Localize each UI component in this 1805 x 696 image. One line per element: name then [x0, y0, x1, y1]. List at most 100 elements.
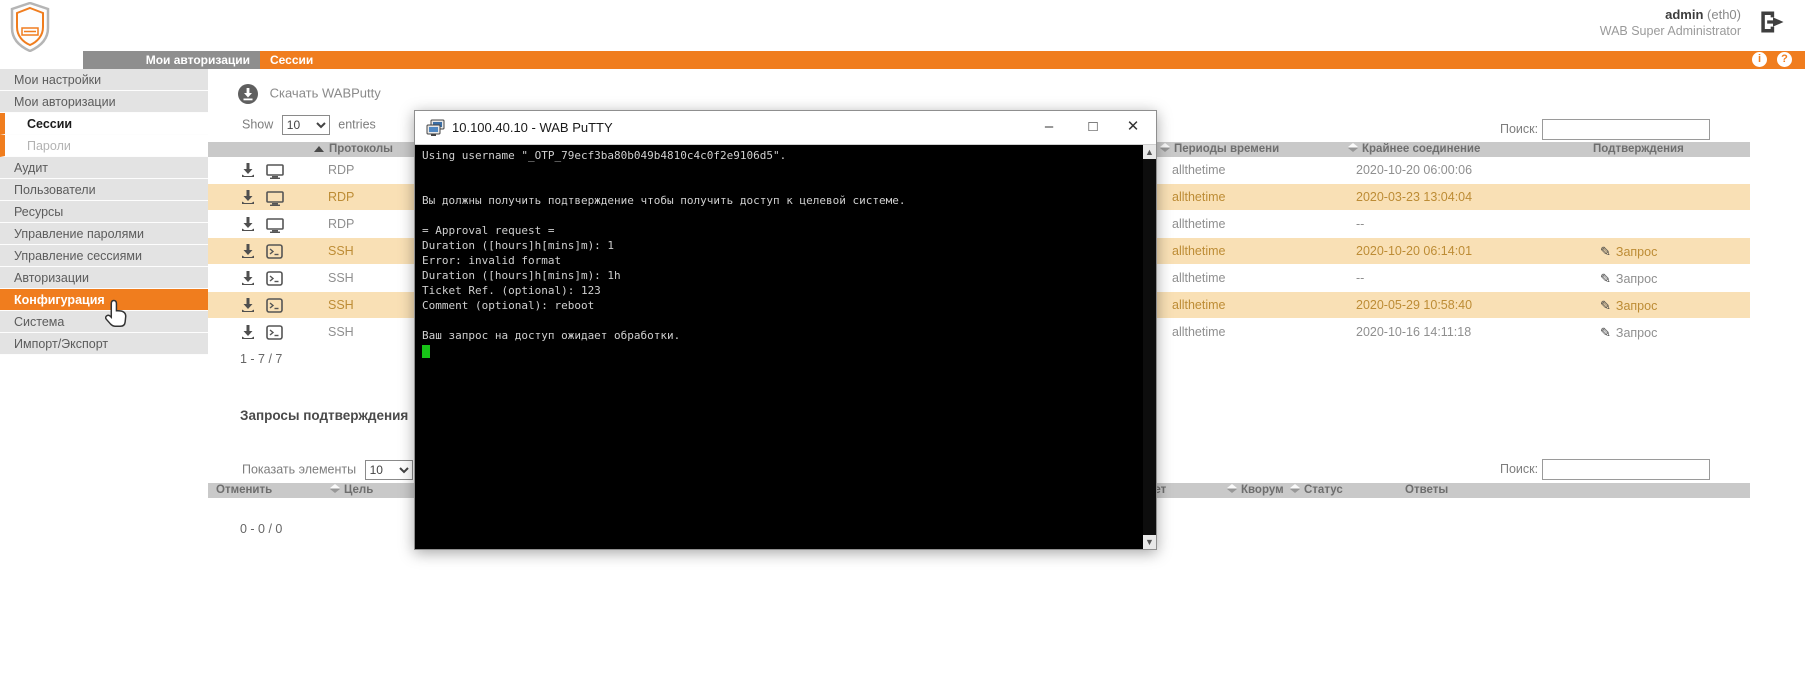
sidebar-item-my-authorizations[interactable]: Мои авторизации	[0, 91, 208, 113]
status-header-label: Статус	[1304, 484, 1343, 496]
terminal-cursor	[422, 345, 430, 358]
protocol-cell: RDP	[328, 163, 355, 177]
approval-request-link[interactable]: ✎ Запрос	[1600, 325, 1657, 341]
approval-label: Запрос	[1615, 245, 1658, 259]
scroll-down-icon[interactable]: ▼	[1143, 535, 1156, 549]
approval-show-entries-control: Показать элементы 10	[242, 460, 418, 480]
pencil-icon: ✎	[1600, 271, 1611, 286]
time-period-cell: allthetime	[1172, 217, 1226, 231]
close-button[interactable]: ✕	[1122, 117, 1144, 139]
pencil-icon: ✎	[1600, 244, 1611, 259]
info-icon[interactable]: i	[1752, 52, 1767, 67]
download-session-icon[interactable]	[240, 297, 256, 313]
protocol-cell: SSH	[328, 298, 354, 312]
ssh-terminal-icon[interactable]	[266, 271, 283, 286]
user-info: admin (eth0) WAB Super Administrator	[1600, 7, 1741, 39]
column-header-quorum[interactable]: Кворум	[1227, 484, 1284, 496]
protocol-cell: SSH	[328, 244, 354, 258]
terminal-line: Duration ([hours]h[mins]m): 1	[422, 239, 615, 252]
column-header-last-connection[interactable]: Крайнее соединение	[1348, 143, 1480, 155]
sidebar-item-system[interactable]: Система	[0, 311, 208, 333]
download-session-icon[interactable]	[240, 270, 256, 286]
putty-title-bar[interactable]: 10.100.40.10 - WAB PuTTY – □ ✕	[415, 111, 1156, 145]
sidebar-item-configuration[interactable]: Конфигурация	[0, 289, 208, 311]
sort-icon	[1227, 484, 1237, 493]
column-header-target[interactable]: Цель	[330, 484, 373, 496]
pencil-icon: ✎	[1600, 325, 1611, 340]
scroll-up-icon[interactable]: ▲	[1143, 145, 1156, 159]
sidebar-item-resources[interactable]: Ресурсы	[0, 201, 208, 223]
last-connection-cell: 2020-03-23 13:04:04	[1356, 190, 1473, 204]
tab-page-sessions[interactable]: Сессии	[260, 51, 1805, 69]
help-icon[interactable]: ?	[1777, 52, 1792, 67]
user-interface: (eth0)	[1707, 7, 1741, 22]
terminal-line: Error: invalid format	[422, 254, 562, 267]
app-logo-shield-icon	[10, 2, 50, 52]
protocols-header-label: Протоколы	[329, 143, 394, 155]
maximize-button[interactable]: □	[1082, 117, 1104, 139]
approval-search-input[interactable]	[1542, 459, 1711, 480]
sidebar: Мои настройки Мои авторизации Сессии Пар…	[0, 69, 208, 355]
download-session-icon[interactable]	[240, 162, 256, 178]
ssh-terminal-icon[interactable]	[266, 244, 283, 259]
entries-label: entries	[338, 117, 376, 132]
approval-search: Поиск:	[1500, 459, 1711, 480]
minimize-button[interactable]: –	[1038, 117, 1060, 139]
show-entries-control: Show 10 entries	[242, 115, 376, 135]
sidebar-item-audit[interactable]: Аудит	[0, 157, 208, 179]
rdp-monitor-icon[interactable]	[266, 164, 284, 179]
protocol-cell: RDP	[328, 217, 355, 231]
approval-label: Запрос	[1615, 299, 1658, 313]
download-wabputty-button[interactable]: Скачать WABPutty	[238, 84, 381, 106]
tab-section-my-authorizations[interactable]: Мои авторизации	[83, 51, 260, 69]
ssh-terminal-icon[interactable]	[266, 325, 283, 340]
download-session-icon[interactable]	[240, 216, 256, 232]
approval-request-link[interactable]: ✎ Запрос	[1600, 298, 1657, 314]
column-header-status[interactable]: Статус	[1290, 484, 1343, 496]
time-period-cell: allthetime	[1172, 298, 1226, 312]
ssh-terminal-icon[interactable]	[266, 298, 283, 313]
terminal-output: Using username "_OTP_79ecf3ba80b049b4810…	[415, 145, 1156, 358]
sidebar-item-users[interactable]: Пользователи	[0, 179, 208, 201]
sidebar-item-authorizations[interactable]: Авторизации	[0, 267, 208, 289]
putty-window-title: 10.100.40.10 - WAB PuTTY	[452, 120, 613, 135]
download-session-icon[interactable]	[240, 324, 256, 340]
cancel-header-label: Отменить	[216, 484, 273, 496]
terminal-scrollbar[interactable]: ▲ ▼	[1143, 145, 1156, 549]
pencil-icon: ✎	[1600, 298, 1611, 313]
putty-terminal[interactable]: Using username "_OTP_79ecf3ba80b049b4810…	[415, 145, 1156, 549]
logout-icon[interactable]	[1759, 10, 1787, 34]
tab-page-label: Сессии	[270, 53, 314, 67]
column-header-protocols[interactable]: Протоколы	[314, 143, 393, 155]
approval-requests-title: Запросы подтверждения	[240, 408, 409, 423]
terminal-line: = Approval request =	[422, 224, 555, 237]
sidebar-item-passwords[interactable]: Пароли	[0, 135, 208, 157]
column-header-approvals[interactable]: Подтверждения	[1593, 143, 1684, 155]
approval-request-link[interactable]: ✎ Запрос	[1600, 244, 1657, 260]
page-size-select[interactable]: 10	[281, 115, 330, 135]
last-connection-header-label: Крайнее соединение	[1362, 143, 1481, 155]
time-period-cell: allthetime	[1172, 325, 1226, 339]
download-session-icon[interactable]	[240, 243, 256, 259]
approval-page-size-select[interactable]: 10	[364, 460, 413, 480]
quorum-header-label: Кворум	[1241, 484, 1284, 496]
putty-window[interactable]: 10.100.40.10 - WAB PuTTY – □ ✕ Using use…	[414, 110, 1157, 550]
sidebar-item-password-management[interactable]: Управление паролями	[0, 223, 208, 245]
approval-request-link[interactable]: ✎ Запрос	[1600, 271, 1657, 287]
rdp-monitor-icon[interactable]	[266, 191, 284, 206]
sidebar-item-my-settings[interactable]: Мои настройки	[0, 69, 208, 91]
column-header-cancel[interactable]: Отменить	[216, 484, 272, 496]
terminal-line: Using username "_OTP_79ecf3ba80b049b4810…	[422, 149, 787, 162]
sidebar-item-session-management[interactable]: Управление сессиями	[0, 245, 208, 267]
approval-show-label: Показать элементы	[242, 462, 357, 477]
rdp-monitor-icon[interactable]	[266, 218, 284, 233]
download-session-icon[interactable]	[240, 189, 256, 205]
sessions-search-input[interactable]	[1542, 119, 1711, 140]
column-header-time-periods[interactable]: Периоды времени	[1160, 143, 1279, 155]
approval-label: Запрос	[1615, 326, 1658, 340]
column-header-answers[interactable]: Ответы	[1405, 484, 1448, 496]
sidebar-item-sessions[interactable]: Сессии	[0, 113, 208, 135]
sidebar-item-import-export[interactable]: Импорт/Экспорт	[0, 333, 208, 355]
